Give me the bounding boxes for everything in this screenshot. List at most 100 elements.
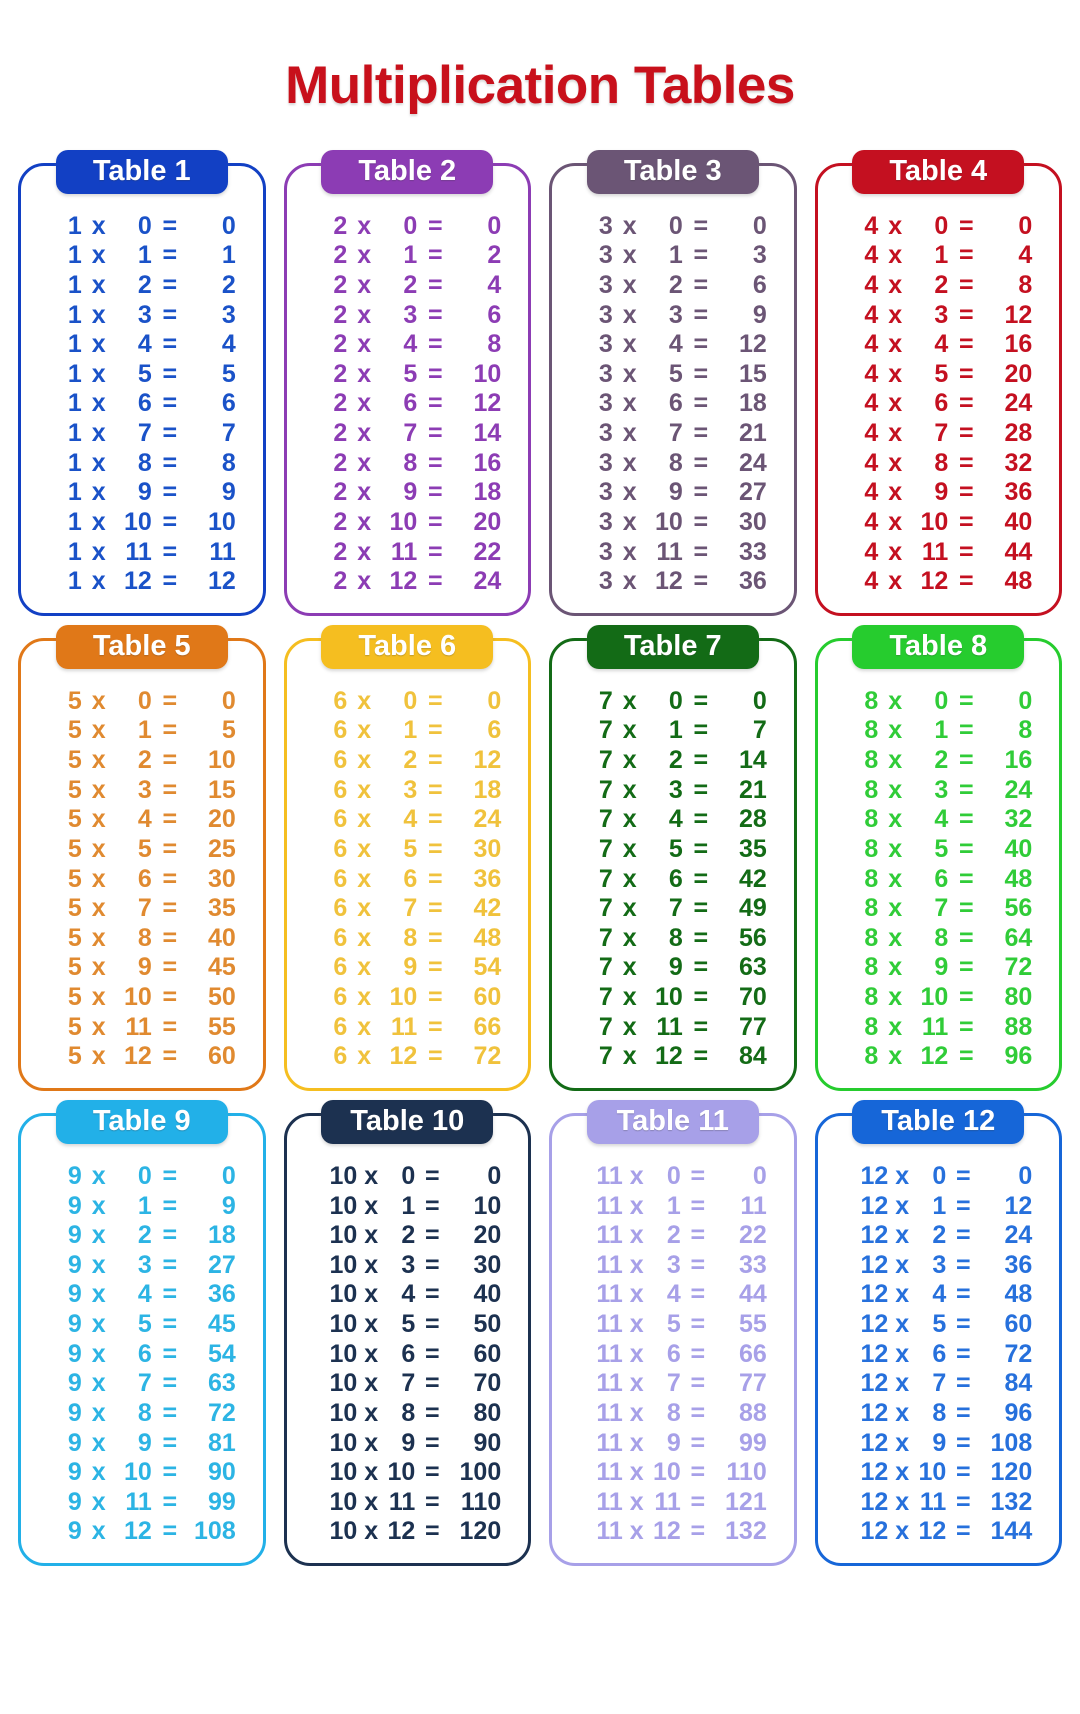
table-row: 12 x 4 = 48 [844, 1280, 1032, 1310]
times-symbol: x [888, 805, 903, 834]
table-row-result: 5 [221, 359, 236, 388]
table-row-multiplier: 1 [934, 716, 949, 745]
table-card: Table 8 8 x 0 = 0 8 x 1 = 8 8 x 2 = 16 8 x 3 = 24 8 x 4 = 32 8 x 5 = 4… [814, 624, 1062, 1091]
equals-symbol: = [958, 1012, 974, 1041]
equals-symbol: = [427, 983, 443, 1012]
times-symbol: x [888, 567, 903, 596]
times-symbol: x [629, 1161, 644, 1190]
table-rows: 5 x 0 = 0 5 x 1 = 5 5 x 2 = 10 5 x 3 = 15 5 x 4 = 20 5 x 5 = 25 5 x 6 = 30… [27, 687, 257, 1072]
times-symbol: x [91, 359, 106, 388]
table-row-result: 35 [738, 834, 767, 863]
table-row-result: 84 [738, 1042, 767, 1071]
table-row-multiplicand: 2 [333, 507, 348, 536]
table-row-result: 10 [207, 507, 236, 536]
table-row-multiplicand: 2 [333, 211, 348, 240]
table-card-title: Table 2 [358, 154, 457, 187]
table-row: 7 x 1 = 7 [579, 716, 767, 746]
times-symbol: x [91, 864, 106, 893]
table-row-multiplier: 8 [137, 923, 152, 952]
table-row-result: 30 [738, 507, 767, 536]
table-row-multiplier: 0 [668, 686, 683, 715]
times-symbol: x [622, 241, 637, 270]
table-row-multiplier: 0 [403, 686, 418, 715]
table-row-multiplier: 1 [666, 1191, 681, 1220]
equals-symbol: = [427, 775, 443, 804]
table-row-multiplier: 12 [123, 1042, 152, 1071]
equals-symbol: = [690, 1517, 706, 1546]
table-rows: 11 x 0 = 0 11 x 1 = 11 11 x 2 = 22 11 x 3 = 33 11 x 4 = 44 11 x 5 = 5… [558, 1162, 788, 1547]
table-row-multiplier: 5 [137, 359, 152, 388]
times-symbol: x [91, 1487, 106, 1516]
table-row: 1 x 4 = 4 [48, 330, 236, 360]
equals-symbol: = [162, 1161, 178, 1190]
equals-symbol: = [690, 1280, 706, 1309]
table-row-multiplier: 8 [401, 1398, 416, 1427]
times-symbol: x [91, 686, 106, 715]
table-row: 12 x 3 = 36 [844, 1251, 1032, 1281]
table-row-multiplicand: 11 [596, 1517, 623, 1546]
table-row-result: 84 [1004, 1369, 1033, 1398]
table-row-result: 0 [221, 686, 236, 715]
table-row-result: 50 [207, 983, 236, 1012]
table-row-result: 36 [1004, 478, 1033, 507]
times-symbol: x [91, 716, 106, 745]
times-symbol: x [91, 1250, 106, 1279]
table-row-multiplier: 7 [403, 419, 418, 448]
table-row: 2 x 9 = 18 [313, 478, 501, 508]
table-row-multiplier: 6 [403, 864, 418, 893]
table-row-multiplicand: 3 [598, 537, 613, 566]
times-symbol: x [91, 923, 106, 952]
equals-symbol: = [693, 419, 709, 448]
table-card-title: Table 1 [92, 154, 191, 187]
table-row: 4 x 10 = 40 [844, 508, 1032, 538]
times-symbol: x [629, 1398, 644, 1427]
table-row-multiplier: 8 [934, 448, 949, 477]
table-row-result: 40 [473, 1280, 502, 1309]
times-symbol: x [91, 1458, 106, 1487]
table-row-multiplicand: 4 [864, 330, 879, 359]
table-row-multiplier: 7 [401, 1369, 416, 1398]
times-symbol: x [364, 1369, 379, 1398]
table-row-multiplier: 11 [656, 1012, 683, 1041]
times-symbol: x [91, 1221, 106, 1250]
table-row-multiplicand: 4 [864, 448, 879, 477]
table-row: 3 x 6 = 18 [579, 389, 767, 419]
table-row: 11 x 4 = 44 [579, 1280, 767, 1310]
equals-symbol: = [427, 330, 443, 359]
table-row-multiplicand: 9 [67, 1428, 82, 1457]
table-row: 4 x 1 = 4 [844, 241, 1032, 271]
times-symbol: x [895, 1339, 910, 1368]
equals-symbol: = [162, 211, 178, 240]
table-row-multiplier: 1 [668, 716, 683, 745]
table-row-result: 2 [487, 241, 502, 270]
table-row-multiplier: 9 [934, 953, 949, 982]
equals-symbol: = [958, 716, 974, 745]
table-row-result: 72 [207, 1398, 236, 1427]
table-row-multiplicand: 2 [333, 478, 348, 507]
table-row: 8 x 3 = 24 [844, 776, 1032, 806]
table-row-result: 10 [473, 1191, 502, 1220]
equals-symbol: = [693, 300, 709, 329]
table-row-multiplier: 10 [652, 1458, 681, 1487]
table-row-result: 44 [738, 1280, 767, 1309]
table-row: 8 x 11 = 88 [844, 1013, 1032, 1043]
equals-symbol: = [958, 537, 974, 566]
table-row: 12 x 11 = 132 [844, 1488, 1032, 1518]
table-row-multiplier: 12 [920, 1042, 949, 1071]
table-row: 12 x 10 = 120 [844, 1458, 1032, 1488]
equals-symbol: = [693, 1012, 709, 1041]
table-row-multiplier: 0 [401, 1161, 416, 1190]
table-row-multiplier: 1 [137, 1191, 152, 1220]
table-row-multiplicand: 5 [67, 923, 82, 952]
table-row: 10 x 2 = 20 [313, 1221, 501, 1251]
times-symbol: x [357, 537, 372, 566]
table-row-multiplier: 3 [668, 300, 683, 329]
times-symbol: x [91, 1191, 106, 1220]
table-card: Table 1 1 x 0 = 0 1 x 1 = 1 1 x 2 = 2 1 x 3 = 3 1 x 4 = 4 1 x 5 = 5 1 x 6… [18, 149, 266, 616]
table-row: 6 x 7 = 42 [313, 894, 501, 924]
equals-symbol: = [162, 953, 178, 982]
times-symbol: x [622, 507, 637, 536]
equals-symbol: = [427, 567, 443, 596]
table-row: 12 x 2 = 24 [844, 1221, 1032, 1251]
equals-symbol: = [693, 923, 709, 952]
